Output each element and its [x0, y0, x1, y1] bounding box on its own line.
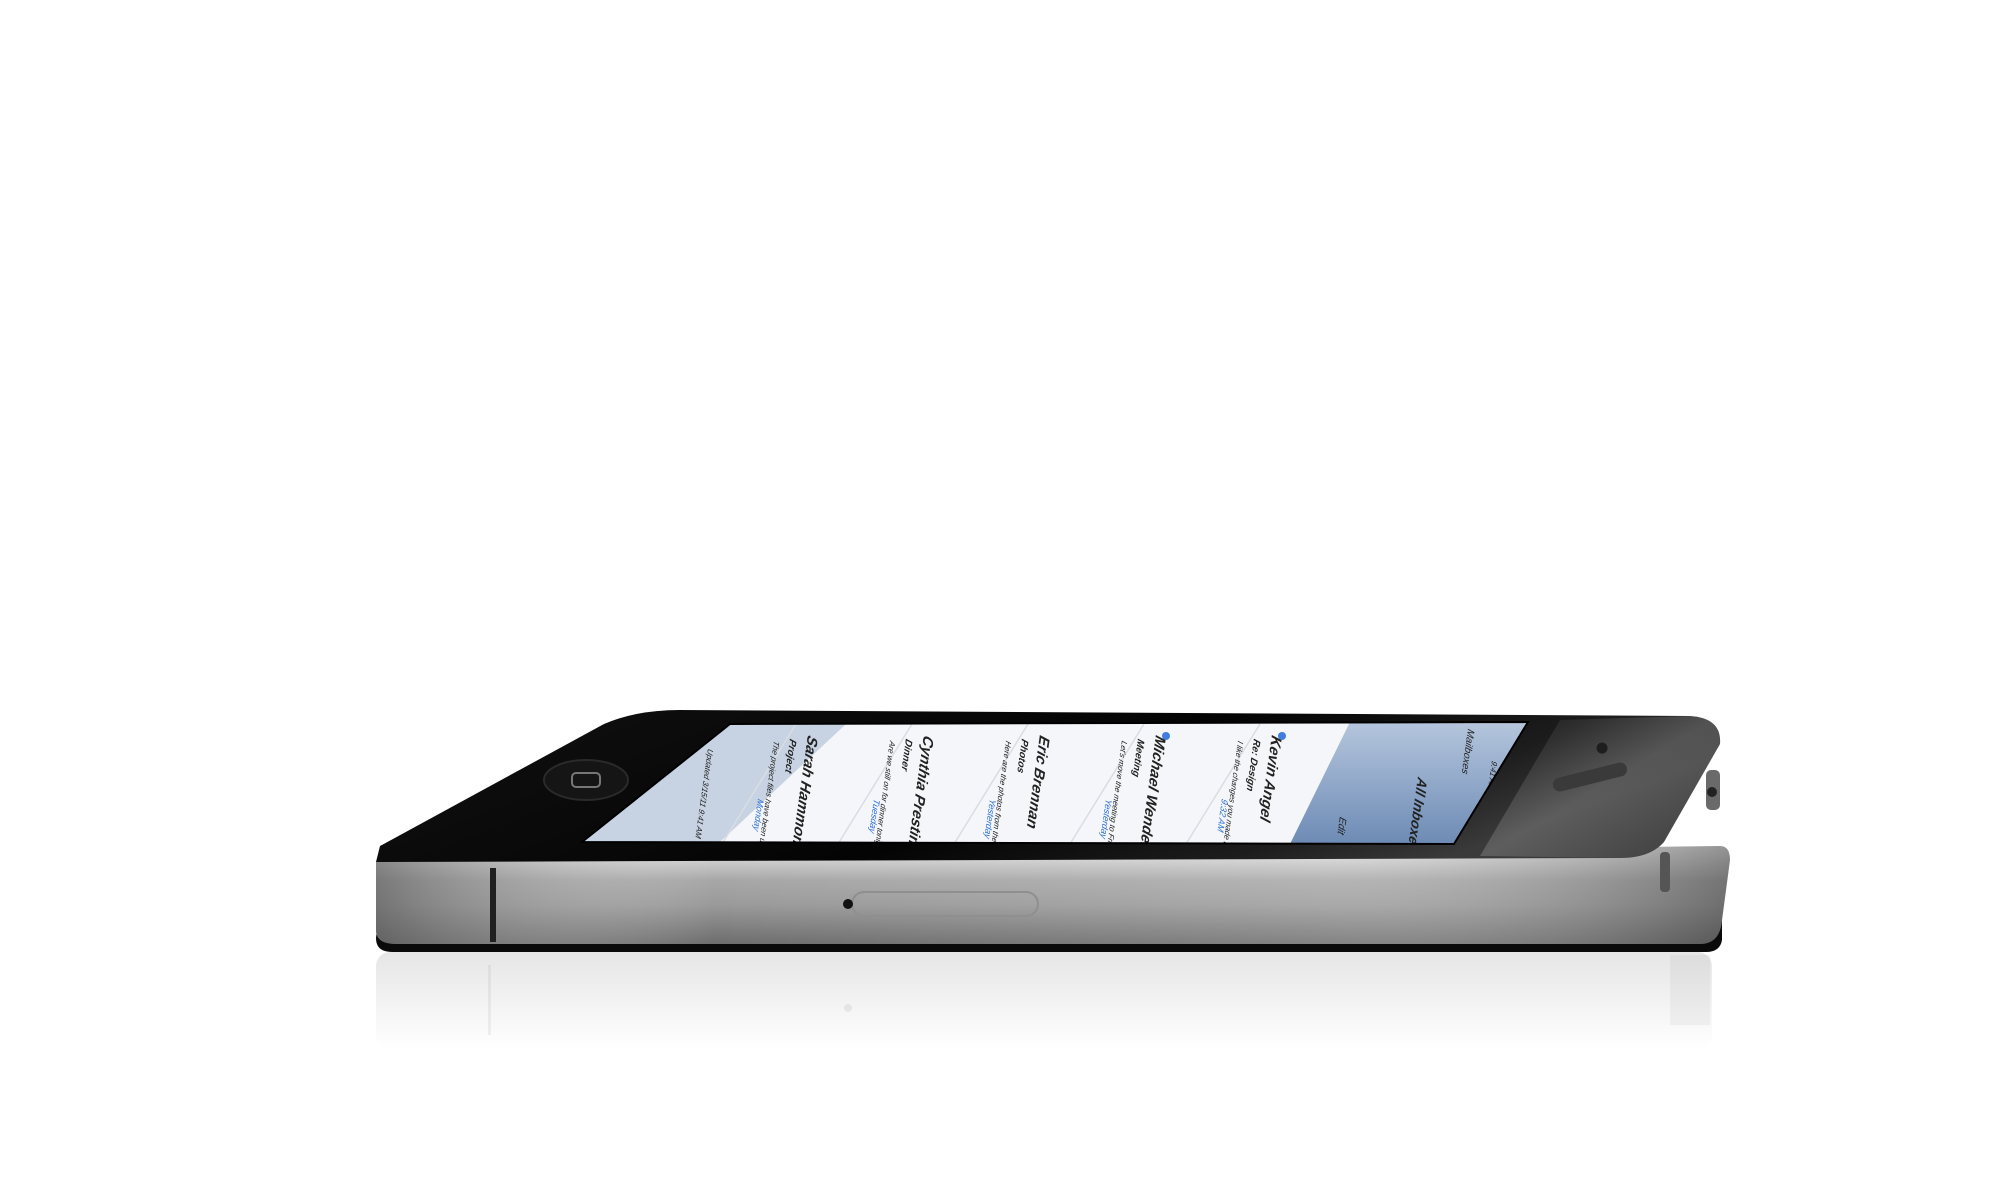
- home-button: [543, 759, 629, 801]
- volume-button: [1660, 852, 1670, 892]
- phone: All Inboxes (1) Mailboxes Edit 9:41 AM U…: [376, 710, 1730, 952]
- phone-reflection: [376, 952, 1712, 1050]
- sim-eject-hole: [843, 899, 853, 909]
- front-camera: [1595, 741, 1609, 755]
- headphone-jack: [1707, 787, 1717, 797]
- antenna-gap: [490, 868, 496, 942]
- product-photo: All Inboxes (1) Mailboxes Edit 9:41 AM U…: [376, 710, 1730, 1050]
